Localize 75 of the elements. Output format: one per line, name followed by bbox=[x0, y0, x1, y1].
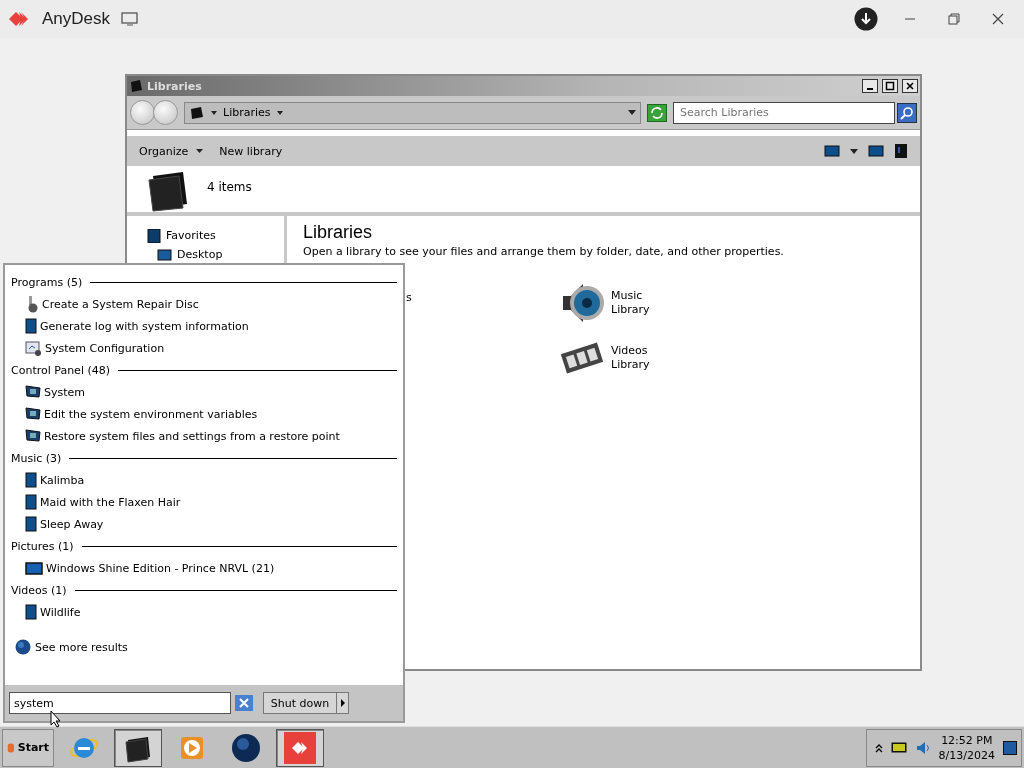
start-orb-icon bbox=[7, 740, 15, 755]
search-field[interactable]: Search Libraries bbox=[673, 101, 895, 124]
group-heading[interactable]: Control Panel (48) bbox=[11, 363, 110, 377]
breadcrumb[interactable]: Libraries bbox=[223, 106, 271, 119]
refresh-icon[interactable] bbox=[650, 106, 664, 119]
item-count: 4 items bbox=[207, 180, 252, 194]
globe-icon bbox=[230, 731, 262, 764]
file-icon bbox=[25, 604, 37, 620]
file-icon bbox=[25, 516, 37, 532]
result-item[interactable]: System bbox=[11, 381, 397, 403]
chevron-up-icon[interactable] bbox=[874, 742, 883, 753]
caret-icon[interactable] bbox=[850, 148, 858, 154]
taskbar-button[interactable] bbox=[276, 728, 324, 767]
result-item[interactable]: Maid with the Flaxen Hair bbox=[11, 491, 397, 513]
nav-item[interactable]: Favorites bbox=[147, 226, 264, 245]
clock-date[interactable]: 8/13/2024 bbox=[938, 747, 995, 763]
search-icon[interactable] bbox=[900, 105, 914, 120]
monitor-icon bbox=[25, 385, 41, 399]
see-more-link[interactable]: See more results bbox=[11, 639, 128, 655]
content-heading: Libraries bbox=[303, 222, 374, 243]
library-icon bbox=[129, 79, 143, 93]
file-icon bbox=[25, 472, 37, 488]
caret-icon bbox=[211, 110, 217, 115]
clock-time[interactable]: 12:52 PM bbox=[941, 732, 993, 748]
globe-icon bbox=[15, 639, 31, 655]
result-item[interactable]: Sleep Away bbox=[11, 513, 397, 535]
file-icon bbox=[25, 494, 37, 510]
caret-icon[interactable] bbox=[628, 110, 636, 115]
result-item[interactable]: Restore system files and settings from a restore point bbox=[11, 425, 397, 447]
close-icon[interactable] bbox=[905, 81, 915, 91]
library-label[interactable]: Music Library bbox=[611, 289, 650, 317]
taskbar-button[interactable] bbox=[114, 728, 162, 767]
app-title: AnyDesk bbox=[42, 9, 111, 29]
nav-item[interactable]: Desktop bbox=[157, 245, 264, 264]
volume-icon[interactable] bbox=[914, 739, 931, 756]
file-icon bbox=[25, 318, 37, 334]
download-icon[interactable] bbox=[854, 7, 878, 31]
result-item[interactable]: Generate log with system information bbox=[11, 315, 397, 337]
desktop-icon bbox=[157, 248, 172, 261]
caret-icon bbox=[196, 149, 204, 153]
monitor-icon bbox=[25, 429, 41, 443]
anydesk-icon bbox=[284, 731, 316, 764]
toolbar-button[interactable]: Organize bbox=[139, 144, 204, 158]
result-item[interactable]: Wildlife bbox=[11, 601, 397, 623]
help-icon[interactable] bbox=[894, 143, 908, 159]
library-icon bbox=[189, 105, 205, 120]
toolbar-button[interactable]: New library bbox=[219, 144, 283, 158]
group-heading[interactable]: Pictures (1) bbox=[11, 539, 74, 553]
group-heading[interactable]: Programs (5) bbox=[11, 275, 83, 289]
result-item[interactable]: Edit the system environment variables bbox=[11, 403, 397, 425]
notification-icon[interactable] bbox=[1003, 740, 1017, 755]
result-item[interactable]: System Configuration bbox=[11, 337, 397, 359]
caret-icon bbox=[276, 110, 283, 115]
battery-icon[interactable] bbox=[890, 742, 907, 753]
caret-icon[interactable] bbox=[340, 699, 345, 707]
monitor-icon[interactable] bbox=[121, 11, 140, 27]
group-heading[interactable]: Music (3) bbox=[11, 451, 62, 465]
window-title: Libraries bbox=[147, 79, 203, 93]
start-button[interactable]: Start bbox=[2, 728, 54, 767]
preview-icon[interactable] bbox=[868, 145, 884, 157]
search-field[interactable]: system bbox=[9, 692, 231, 714]
library-label[interactable]: Videos Library bbox=[611, 344, 650, 372]
result-item[interactable]: Create a System Repair Disc bbox=[11, 293, 397, 315]
clear-icon[interactable] bbox=[238, 698, 250, 708]
monitor-icon bbox=[25, 407, 41, 421]
result-item[interactable]: Kalimba bbox=[11, 469, 397, 491]
view-icon[interactable] bbox=[824, 145, 840, 157]
image-icon bbox=[25, 561, 43, 575]
shut-down-button[interactable]: Shut down bbox=[263, 692, 337, 714]
maximize-icon[interactable] bbox=[885, 81, 895, 91]
library-label[interactable]: s bbox=[406, 291, 412, 304]
group-heading[interactable]: Videos (1) bbox=[11, 583, 67, 597]
description-text: Open a library to see your files and arrange them by folder, date, and other properties. bbox=[303, 245, 785, 258]
result-item[interactable]: Windows Shine Edition - Prince NRVL (21) bbox=[11, 557, 397, 579]
address-bar[interactable]: Libraries bbox=[184, 101, 641, 124]
